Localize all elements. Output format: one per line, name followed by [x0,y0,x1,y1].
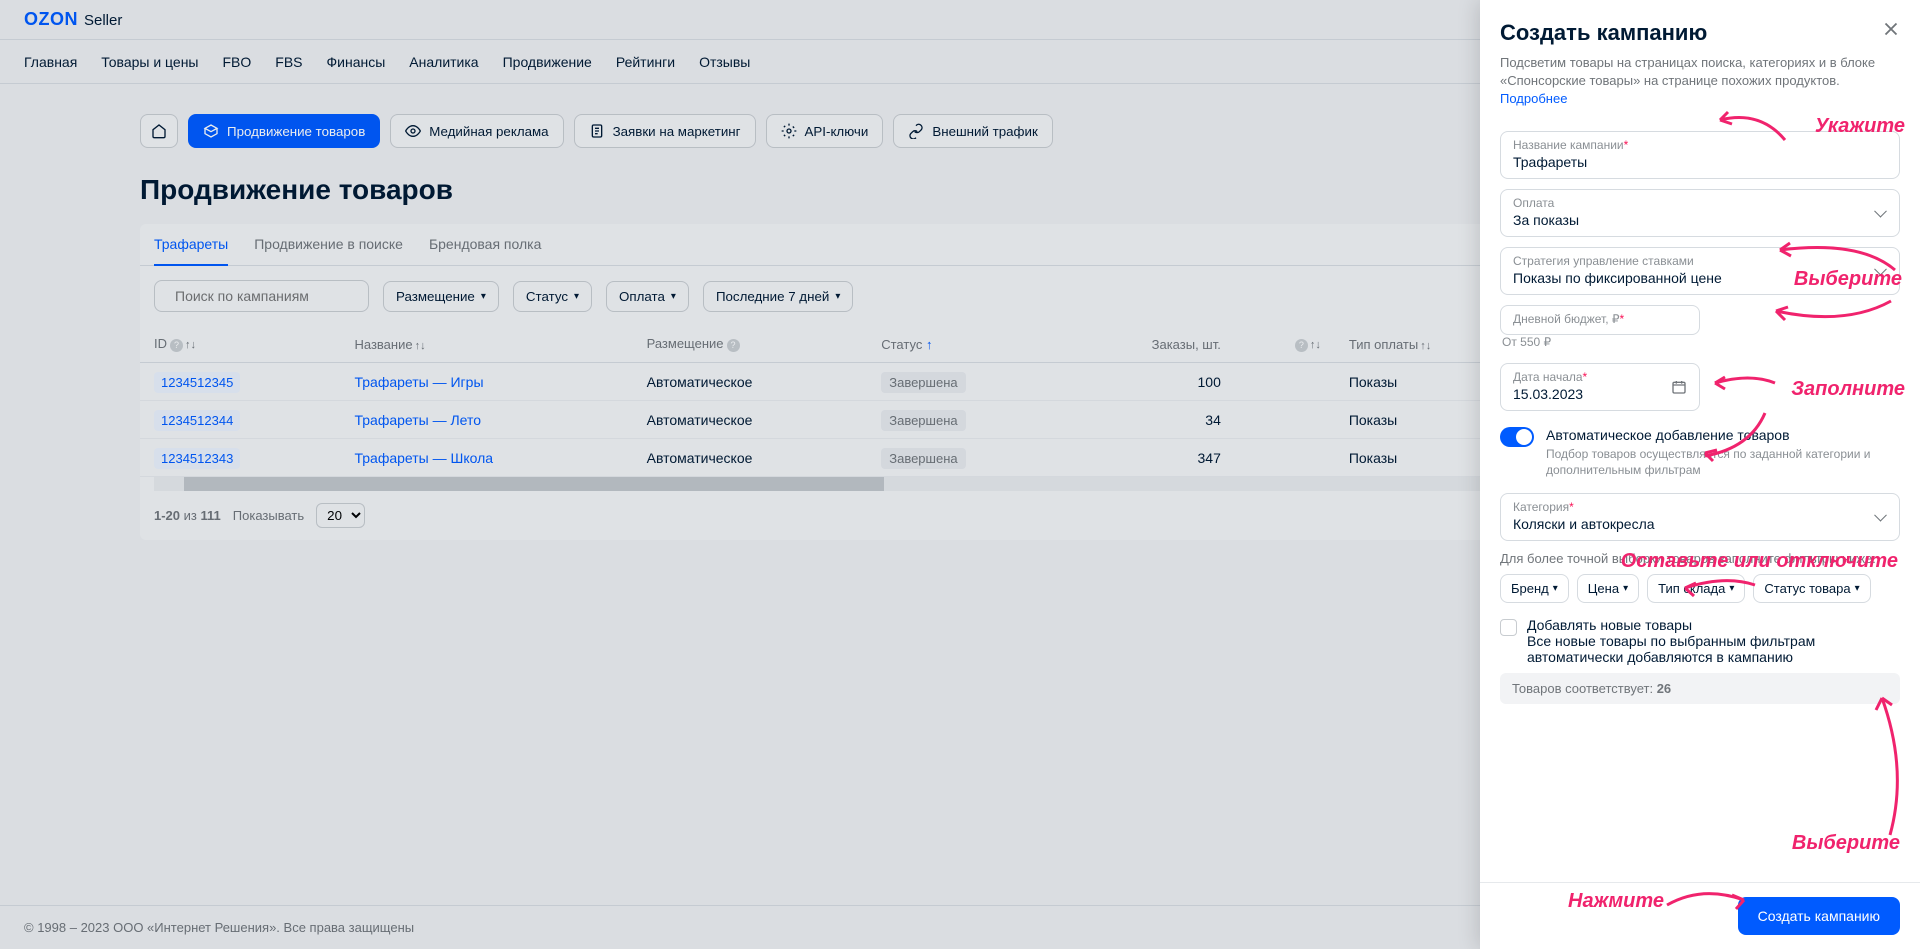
chevron-down-icon: ▾ [1729,583,1734,594]
close-icon [1880,18,1902,40]
pill-price[interactable]: Цена▾ [1577,574,1639,603]
pill-warehouse[interactable]: Тип склада▾ [1647,574,1745,603]
close-button[interactable] [1880,18,1902,40]
field-label: Дневной бюджет, ₽* [1513,312,1687,326]
auto-add-title: Автоматическое добавление товаров [1546,427,1900,443]
add-new-title: Добавлять новые товары [1527,617,1900,633]
field-label: Название кампании* [1513,138,1887,152]
budget-hint: От 550 ₽ [1502,335,1900,349]
field-label: Стратегия управление ставками [1513,254,1887,268]
campaign-name-input[interactable] [1513,154,1887,170]
field-label: Дата начала* [1513,370,1687,384]
panel-header: Создать кампанию Подсветим товары на стр… [1480,0,1920,119]
filter-hint: Для более точной выборки товаров заполни… [1500,551,1900,566]
field-label: Оплата [1513,196,1887,210]
payment-value: За показы [1513,212,1887,228]
field-label: Категория* [1513,500,1887,514]
add-new-row: Добавлять новые товары Все новые товары … [1500,617,1900,665]
add-new-subtitle: Все новые товары по выбранным фильтрам а… [1527,633,1900,665]
category-field[interactable]: Категория* Коляски и автокресла [1500,493,1900,541]
auto-add-row: Автоматическое добавление товаров Подбор… [1500,427,1900,480]
category-value: Коляски и автокресла [1513,516,1887,532]
chevron-down-icon: ▾ [1623,583,1628,594]
create-campaign-panel: Создать кампанию Подсветим товары на стр… [1480,0,1920,949]
panel-description: Подсветим товары на страницах поиска, ка… [1500,54,1900,109]
panel-footer: Создать кампанию [1480,882,1920,949]
pill-brand[interactable]: Бренд▾ [1500,574,1569,603]
create-campaign-button[interactable]: Создать кампанию [1738,897,1900,935]
panel-body: Название кампании* Оплата За показы Стра… [1480,119,1920,882]
date-value: 15.03.2023 [1513,386,1687,402]
chevron-down-icon: ▾ [1855,583,1860,594]
auto-add-toggle[interactable] [1500,427,1534,447]
campaign-name-field[interactable]: Название кампании* [1500,131,1900,179]
add-new-checkbox[interactable] [1500,619,1517,636]
calendar-icon [1671,379,1687,395]
strategy-field[interactable]: Стратегия управление ставками Показы по … [1500,247,1900,295]
strategy-value: Показы по фиксированной цене [1513,270,1887,286]
budget-field[interactable]: Дневной бюджет, ₽* [1500,305,1700,335]
pill-product-status[interactable]: Статус товара▾ [1753,574,1870,603]
start-date-field[interactable]: Дата начала* 15.03.2023 [1500,363,1700,411]
matching-count: Товаров соответствует: 26 [1500,673,1900,704]
payment-field[interactable]: Оплата За показы [1500,189,1900,237]
filter-pills: Бренд▾ Цена▾ Тип склада▾ Статус товара▾ [1500,574,1900,603]
auto-add-subtitle: Подбор товаров осуществляется по заданно… [1546,446,1900,480]
panel-title: Создать кампанию [1500,20,1900,46]
chevron-down-icon: ▾ [1553,583,1558,594]
learn-more-link[interactable]: Подробнее [1500,91,1567,106]
